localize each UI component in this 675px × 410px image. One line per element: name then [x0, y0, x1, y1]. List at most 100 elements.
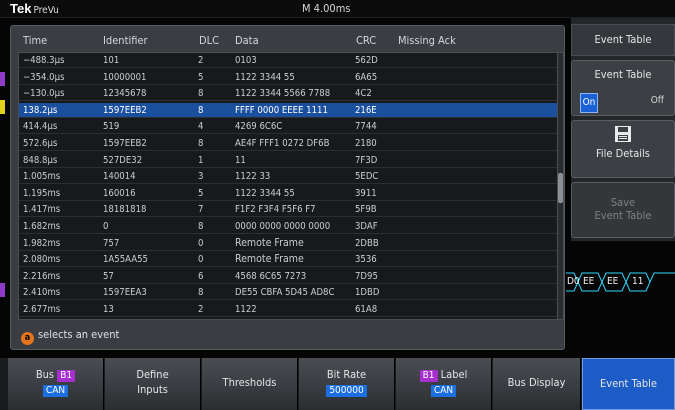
off-option[interactable]: Off [651, 95, 664, 106]
inputs-label: Inputs [137, 383, 168, 396]
cell-dlc: 8 [198, 221, 204, 232]
table-row[interactable]: −488.3µs 101 2 0103 562D [19, 53, 557, 68]
on-off-switch[interactable]: On Off [580, 93, 668, 113]
cell-data: DE55 CBFA 5D45 AD8C [235, 287, 335, 299]
save-event-table-button[interactable]: Save Event Table [571, 182, 675, 238]
cell-id: 1597EEB2 [103, 104, 147, 116]
wave-byte-label: 11 [632, 276, 644, 287]
cell-id: 18181818 [103, 204, 147, 216]
cell-crc: 7D95 [355, 270, 378, 282]
cell-id: 527DE32 [103, 154, 143, 166]
on-option[interactable]: On [580, 93, 598, 113]
cell-time: 1.682ms [23, 221, 61, 232]
table-row[interactable]: 1.417ms 18181818 7 F1F2 F3F4 F5F6 F7 5F9B [19, 202, 557, 218]
define-inputs-button[interactable]: Define Inputs [105, 358, 201, 410]
cell-crc: 3536 [355, 254, 377, 266]
cell-time: −354.0µs [23, 71, 65, 83]
cell-time: 1.005ms [23, 171, 61, 183]
cell-id: 13 [103, 304, 114, 315]
scrollbar-thumb[interactable] [558, 173, 563, 203]
table-row[interactable]: 572.6µs 1597EEB2 8 AE4F FFF1 0272 DF6B 2180 [19, 136, 557, 151]
table-row[interactable]: 1.195ms 160016 5 1122 3344 55 3911 [19, 186, 557, 201]
cell-crc: 7744 [355, 121, 377, 133]
bit-rate-value: 500000 [326, 385, 367, 397]
table-row[interactable]: 1.982ms 757 0 Remote Frame 2DBB [19, 236, 557, 251]
label-value-line: CAN [396, 383, 491, 397]
bus-value-line: CAN [8, 383, 103, 397]
event-table-button[interactable]: Event Table [582, 358, 675, 410]
cell-id: 10000001 [103, 71, 147, 83]
table-row[interactable]: 414.4µs 519 4 4269 6C6C 7744 [19, 119, 557, 135]
bus-line: Bus B1 [8, 368, 103, 382]
event-table-toggle-label: Event Table [594, 68, 652, 81]
cell-data: 11 [235, 154, 246, 166]
bus-value: CAN [42, 385, 69, 397]
cell-time: 1.417ms [23, 204, 61, 216]
label-button[interactable]: B1 Label CAN [396, 358, 492, 410]
cell-id: 757 [103, 237, 120, 249]
channel-marker [0, 100, 5, 114]
cell-time: −130.0µs [23, 88, 65, 100]
cell-time: 572.6µs [23, 138, 58, 149]
wave-byte-label: EE [583, 276, 595, 287]
wave-byte-label: EE [607, 276, 619, 287]
table-row[interactable]: 1.682ms 0 8 0000 0000 0000 0000 3DAF [19, 219, 557, 234]
hint-text: a selects an event [21, 328, 119, 345]
cell-id: 1A55AA55 [103, 254, 148, 266]
cell-crc: 6A65 [355, 71, 378, 83]
cell-data: F1F2 F3F4 F5F6 F7 [235, 204, 316, 216]
table-row[interactable]: 2.080ms 1A55AA55 0 Remote Frame 3536 [19, 252, 557, 268]
bit-rate-button[interactable]: Bit Rate 500000 [299, 358, 395, 410]
bus-display-label: Bus Display [507, 376, 566, 389]
cell-time: 2.677ms [23, 304, 61, 315]
label-line: B1 Label [396, 368, 491, 382]
label-text: Label [440, 368, 468, 381]
cell-dlc: 1 [198, 154, 204, 166]
cell-crc: 3DAF [355, 221, 378, 232]
cell-dlc: 8 [198, 88, 204, 100]
bus-display-button[interactable]: Bus Display [493, 358, 581, 410]
thresholds-button[interactable]: Thresholds [202, 358, 298, 410]
brand-name: Tek [10, 1, 32, 16]
label-tag: B1 [419, 370, 438, 382]
table-row[interactable]: 2.216ms 57 6 4568 6C65 7273 7D95 [19, 269, 557, 284]
file-details-button[interactable]: File Details [571, 120, 675, 178]
cell-crc: 1DBD [355, 287, 380, 299]
table-row[interactable]: 848.8µs 527DE32 1 11 7F3D [19, 153, 557, 168]
table-row[interactable]: 2.677ms 13 2 1122 61A8 [19, 302, 557, 317]
event-table-panel: Time Identifier DLC Data CRC Missing Ack… [10, 25, 565, 350]
save-disk-icon [615, 126, 631, 142]
cell-dlc: 8 [198, 287, 204, 299]
event-table-body[interactable]: −488.3µs 101 2 0103 562D −354.0µs 10000001 5 112… [18, 52, 558, 320]
top-status-bar: Tek PreVu M 4.00ms [0, 0, 675, 18]
cell-data: 0103 [235, 55, 257, 66]
event-table-toggle[interactable]: Event Table On Off [571, 60, 675, 116]
table-row[interactable]: 2.410ms 1597EEA3 8 DE55 CBFA 5D45 AD8C 1DBD [19, 285, 557, 301]
hint-label: selects an event [38, 328, 120, 341]
table-row[interactable]: 138.2µs 1597EEB2 8 FFFF 0000 EEEE 1111 216E [19, 102, 557, 118]
table-scrollbar[interactable] [557, 52, 564, 320]
table-row[interactable]: −130.0µs 12345678 8 1122 3344 5566 7788 4C2 [19, 86, 557, 102]
cell-id: 101 [103, 55, 120, 66]
table-row[interactable]: 1.005ms 140014 3 1122 33 5EDC [19, 169, 557, 185]
cell-dlc: 3 [198, 171, 204, 183]
cell-time: 2.410ms [23, 287, 61, 299]
cell-id: 160016 [103, 187, 136, 199]
thresholds-label: Thresholds [222, 376, 277, 389]
cell-data: 4269 6C6C [235, 121, 283, 133]
cell-dlc: 8 [198, 138, 204, 149]
cell-dlc: 0 [198, 254, 204, 266]
channel-marker [0, 72, 5, 86]
cell-id: 57 [103, 270, 114, 282]
wave-byte-label: D0 [567, 276, 580, 287]
cell-dlc: 2 [198, 304, 204, 315]
cell-crc: 562D [355, 55, 378, 66]
cell-data: 1122 33 [235, 171, 271, 183]
cell-dlc: 0 [198, 237, 204, 249]
cell-data: Remote Frame [235, 236, 304, 249]
cell-crc: 5EDC [355, 171, 379, 183]
bit-rate-label: Bit Rate [326, 368, 367, 381]
table-row[interactable]: −354.0µs 10000001 5 1122 3344 55 6A65 [19, 70, 557, 85]
multipurpose-a-icon: a [21, 332, 34, 345]
bus-button[interactable]: Bus B1 CAN [8, 358, 104, 410]
